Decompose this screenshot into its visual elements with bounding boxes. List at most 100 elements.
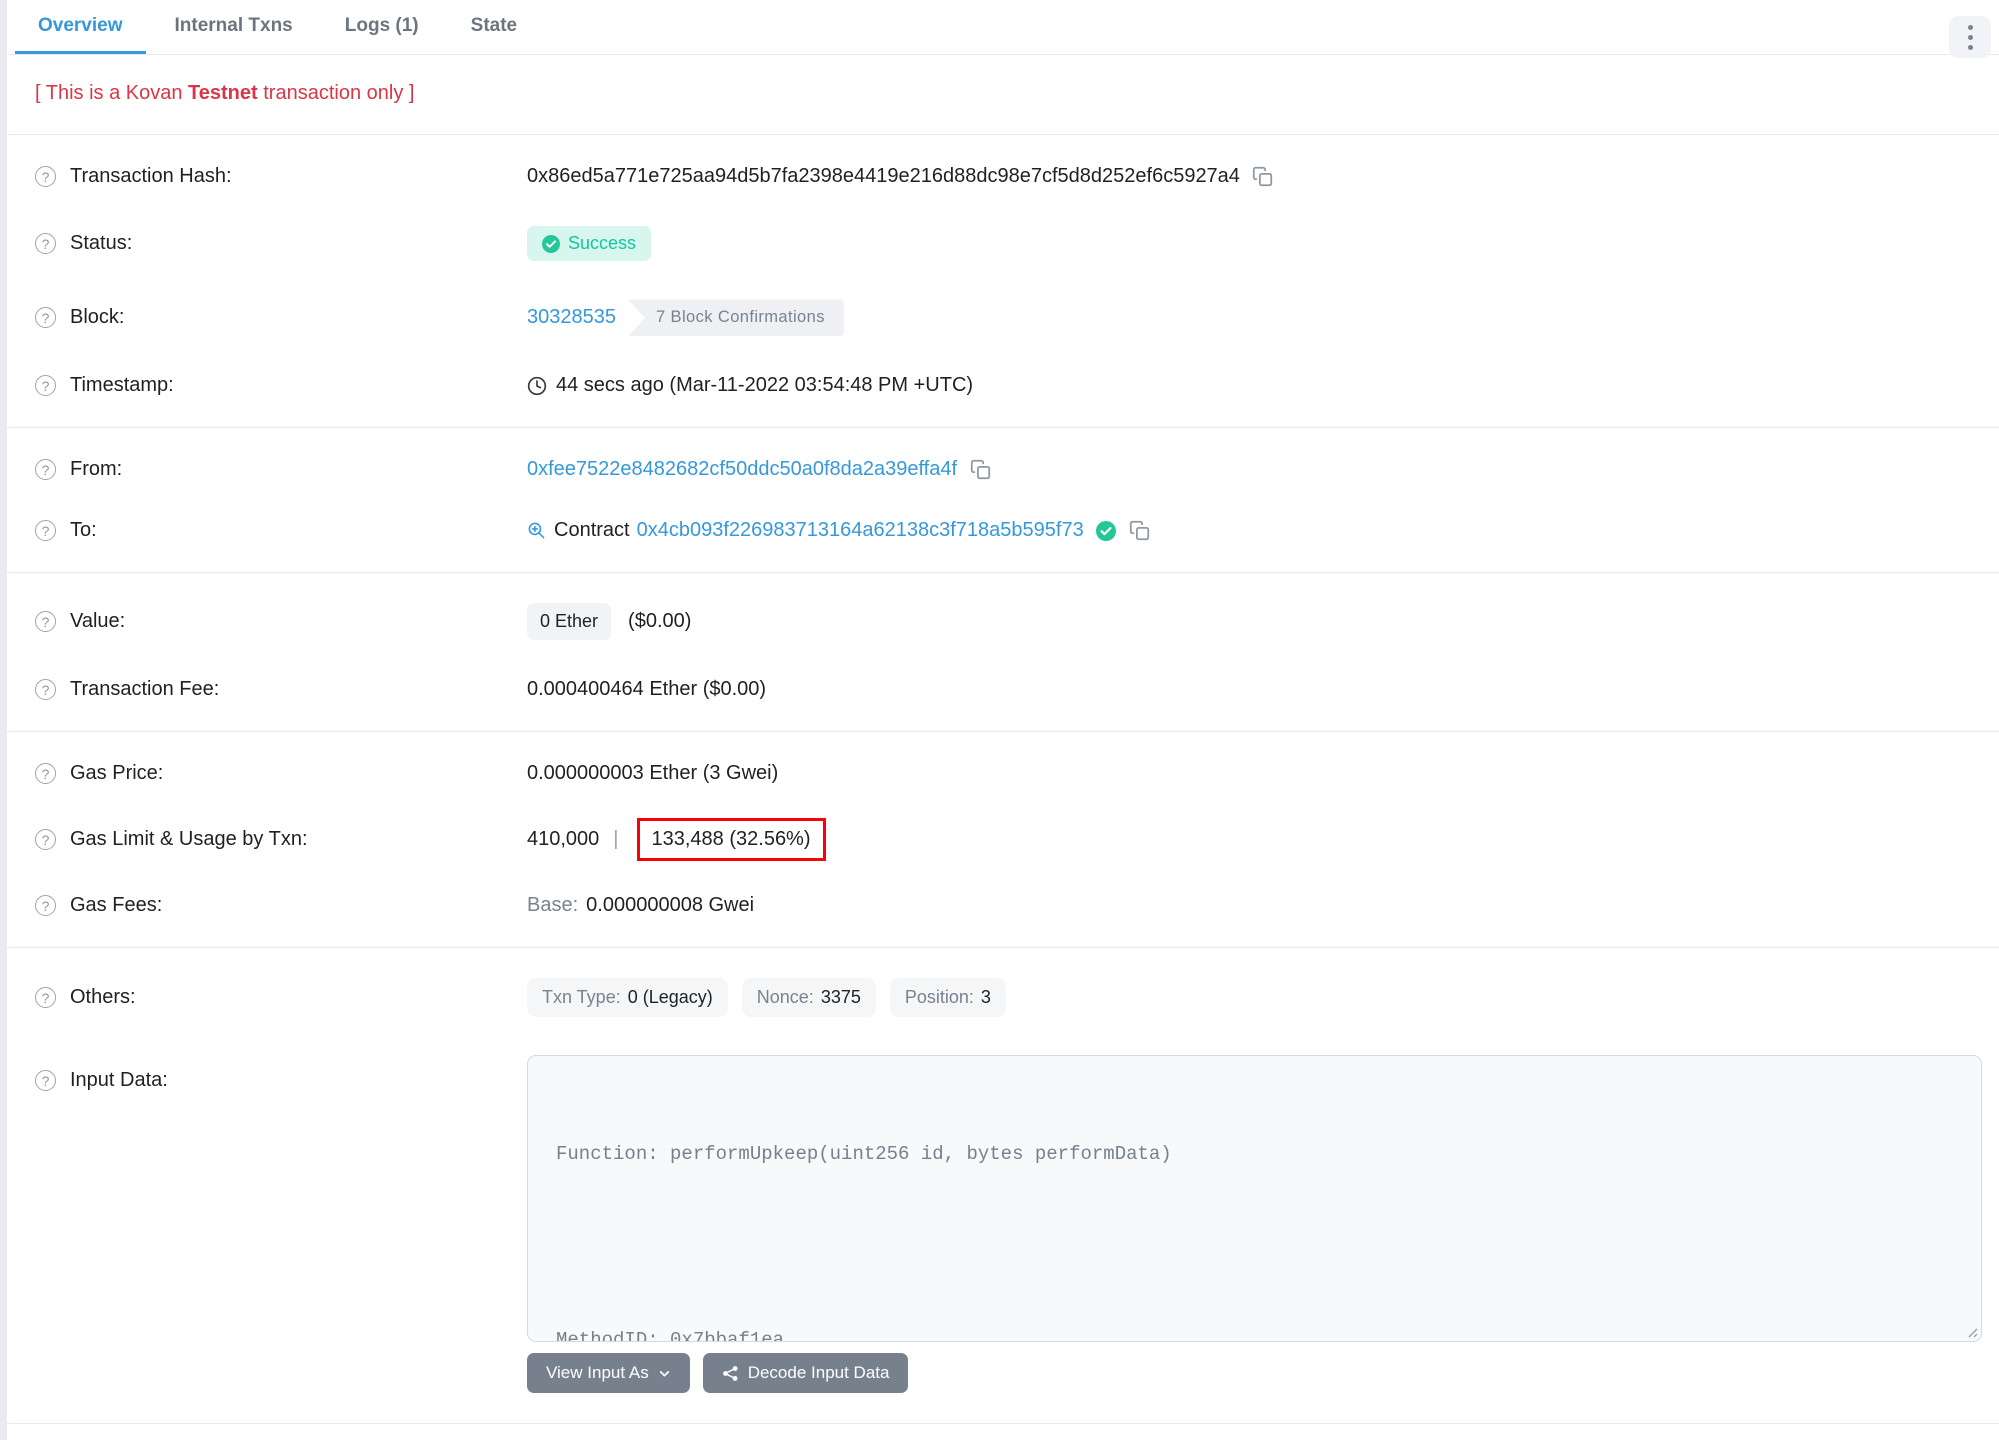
- row-others: ? Others: Txn Type: 0 (Legacy) Nonce: 33…: [7, 959, 1999, 1036]
- section-hash-status-block-time: ? Transaction Hash: 0x86ed5a771e725aa94d…: [7, 135, 1999, 429]
- help-icon[interactable]: ?: [35, 233, 56, 255]
- copy-icon[interactable]: [1252, 166, 1273, 187]
- row-status: ? Status: Success: [7, 207, 1999, 280]
- input-data-textarea[interactable]: Function: performUpkeep(uint256 id, byte…: [527, 1055, 1982, 1343]
- from-label: From:: [70, 458, 123, 481]
- value-usd: ($0.00): [628, 610, 692, 633]
- decode-input-data-label: Decode Input Data: [747, 1363, 890, 1383]
- help-icon[interactable]: ?: [35, 895, 56, 917]
- warning-emphasis: Testnet: [188, 82, 258, 105]
- transaction-card: Overview Internal Txns Logs (1) State [ …: [7, 0, 1999, 1440]
- input-methodid-line: MethodID: 0x7bbaf1ea: [556, 1329, 785, 1343]
- status-label: Status:: [70, 232, 133, 255]
- gas-price-value: 0.000000003 Ether (3 Gwei): [527, 762, 779, 785]
- kebab-dot: [1967, 34, 1973, 40]
- row-gas-limit-usage: ? Gas Limit & Usage by Txn: 410,000 | 13…: [7, 804, 1999, 875]
- help-icon[interactable]: ?: [35, 987, 56, 1009]
- gas-fees-base-label: Base:: [527, 894, 579, 917]
- to-type: Contract: [554, 519, 630, 542]
- tab-bar: Overview Internal Txns Logs (1) State: [7, 0, 1999, 58]
- help-icon[interactable]: ?: [35, 829, 56, 851]
- check-circle-icon: [542, 234, 560, 253]
- help-icon[interactable]: ?: [35, 375, 56, 397]
- status-badge: Success: [527, 226, 652, 262]
- transaction-hash-value: 0x86ed5a771e725aa94d5b7fa2398e4419e216d8…: [527, 165, 1240, 188]
- value-label: Value:: [70, 610, 126, 633]
- help-icon[interactable]: ?: [35, 1070, 56, 1092]
- transaction-fee-value: 0.000400464 Ether ($0.00): [527, 678, 767, 701]
- gas-usage-value: 133,488 (32.56%): [651, 828, 811, 851]
- section-others-input: ? Others: Txn Type: 0 (Legacy) Nonce: 33…: [7, 948, 1999, 1425]
- nonce-value: 3375: [820, 987, 861, 1008]
- block-label: Block:: [70, 306, 125, 329]
- tab-overview[interactable]: Overview: [15, 0, 146, 55]
- row-gas-price: ? Gas Price: 0.000000003 Ether (3 Gwei): [7, 743, 1999, 804]
- gas-price-label: Gas Price:: [70, 762, 164, 785]
- clock-icon: [527, 376, 547, 396]
- row-transaction-hash: ? Transaction Hash: 0x86ed5a771e725aa94d…: [7, 146, 1999, 207]
- row-block: ? Block: 30328535 7 Block Confirmations: [7, 280, 1999, 355]
- transaction-fee-label: Transaction Fee:: [70, 678, 220, 701]
- kebab-menu-button[interactable]: [1949, 16, 1991, 58]
- block-number-link[interactable]: 30328535: [527, 306, 616, 329]
- help-icon[interactable]: ?: [35, 763, 56, 785]
- help-icon[interactable]: ?: [35, 520, 56, 542]
- txn-type-value: 0 (Legacy): [627, 987, 713, 1008]
- verified-check-icon: [1095, 520, 1116, 541]
- page-background-strip: [0, 0, 7, 1440]
- zoom-in-icon[interactable]: [527, 521, 546, 540]
- row-timestamp: ? Timestamp: 44 secs ago (Mar-11-2022 03…: [7, 355, 1999, 416]
- row-transaction-fee: ? Transaction Fee: 0.000400464 Ether ($0…: [7, 659, 1999, 720]
- timestamp-value: 44 secs ago (Mar-11-2022 03:54:48 PM +UT…: [556, 374, 974, 397]
- block-confirmations-badge: 7 Block Confirmations: [627, 299, 844, 337]
- gas-separator: |: [613, 828, 619, 851]
- position-badge: Position: 3: [889, 978, 1006, 1018]
- help-icon[interactable]: ?: [35, 459, 56, 481]
- view-input-as-label: View Input As: [546, 1363, 649, 1383]
- section-gas: ? Gas Price: 0.000000003 Ether (3 Gwei) …: [7, 732, 1999, 949]
- decode-input-data-button[interactable]: Decode Input Data: [702, 1353, 909, 1394]
- gas-fees-label: Gas Fees:: [70, 894, 163, 917]
- kebab-dot: [1967, 24, 1973, 30]
- input-data-label: Input Data:: [70, 1069, 168, 1092]
- position-value: 3: [980, 987, 991, 1008]
- section-value-fee: ? Value: 0 Ether ($0.00) ? Transaction F…: [7, 573, 1999, 733]
- txn-type-label: Txn Type:: [542, 987, 621, 1008]
- value-amount-badge: 0 Ether: [527, 603, 612, 641]
- copy-icon[interactable]: [1129, 520, 1150, 541]
- help-icon[interactable]: ?: [35, 679, 56, 701]
- row-value: ? Value: 0 Ether ($0.00): [7, 584, 1999, 659]
- to-label: To:: [70, 519, 97, 542]
- gas-limit-label: Gas Limit & Usage by Txn:: [70, 828, 308, 851]
- position-label: Position:: [904, 987, 974, 1008]
- bottom-padding: [7, 1424, 1999, 1440]
- decode-icon: [722, 1365, 739, 1382]
- warning-text: transaction only ]: [257, 82, 415, 105]
- testnet-warning: [ This is a Kovan Testnet transaction on…: [7, 55, 1999, 136]
- copy-icon[interactable]: [970, 459, 991, 480]
- tab-internal-txns[interactable]: Internal Txns: [152, 0, 316, 54]
- help-icon[interactable]: ?: [35, 307, 56, 329]
- row-from: ? From: 0xfee7522e8482682cf50ddc50a0f8da…: [7, 439, 1999, 500]
- resize-grip-icon[interactable]: [1964, 1324, 1978, 1338]
- nonce-label: Nonce:: [756, 987, 814, 1008]
- status-value: Success: [568, 233, 637, 254]
- others-label: Others:: [70, 986, 136, 1009]
- help-icon[interactable]: ?: [35, 611, 56, 633]
- kebab-dot: [1967, 44, 1973, 50]
- warning-text: [ This is a Kovan: [35, 82, 189, 105]
- txn-type-badge: Txn Type: 0 (Legacy): [527, 978, 728, 1018]
- from-address-link[interactable]: 0xfee7522e8482682cf50ddc50a0f8da2a39effa…: [527, 458, 957, 481]
- transaction-hash-label: Transaction Hash:: [70, 165, 232, 188]
- help-icon[interactable]: ?: [35, 166, 56, 188]
- tab-logs[interactable]: Logs (1): [322, 0, 442, 54]
- chevron-down-icon: [658, 1367, 671, 1380]
- nonce-badge: Nonce: 3375: [741, 978, 876, 1018]
- tab-state[interactable]: State: [448, 0, 540, 54]
- to-address-link[interactable]: 0x4cb093f226983713164a62138c3f718a5b595f…: [637, 519, 1084, 542]
- gas-limit-value: 410,000: [527, 828, 600, 851]
- gas-fees-base-value: 0.000000008 Gwei: [586, 894, 755, 917]
- row-input-data: ? Input Data: Function: performUpkeep(ui…: [7, 1036, 1999, 1412]
- view-input-as-button[interactable]: View Input As: [527, 1353, 690, 1394]
- row-to: ? To: Contract 0x4cb093f226983713164a621…: [7, 500, 1999, 561]
